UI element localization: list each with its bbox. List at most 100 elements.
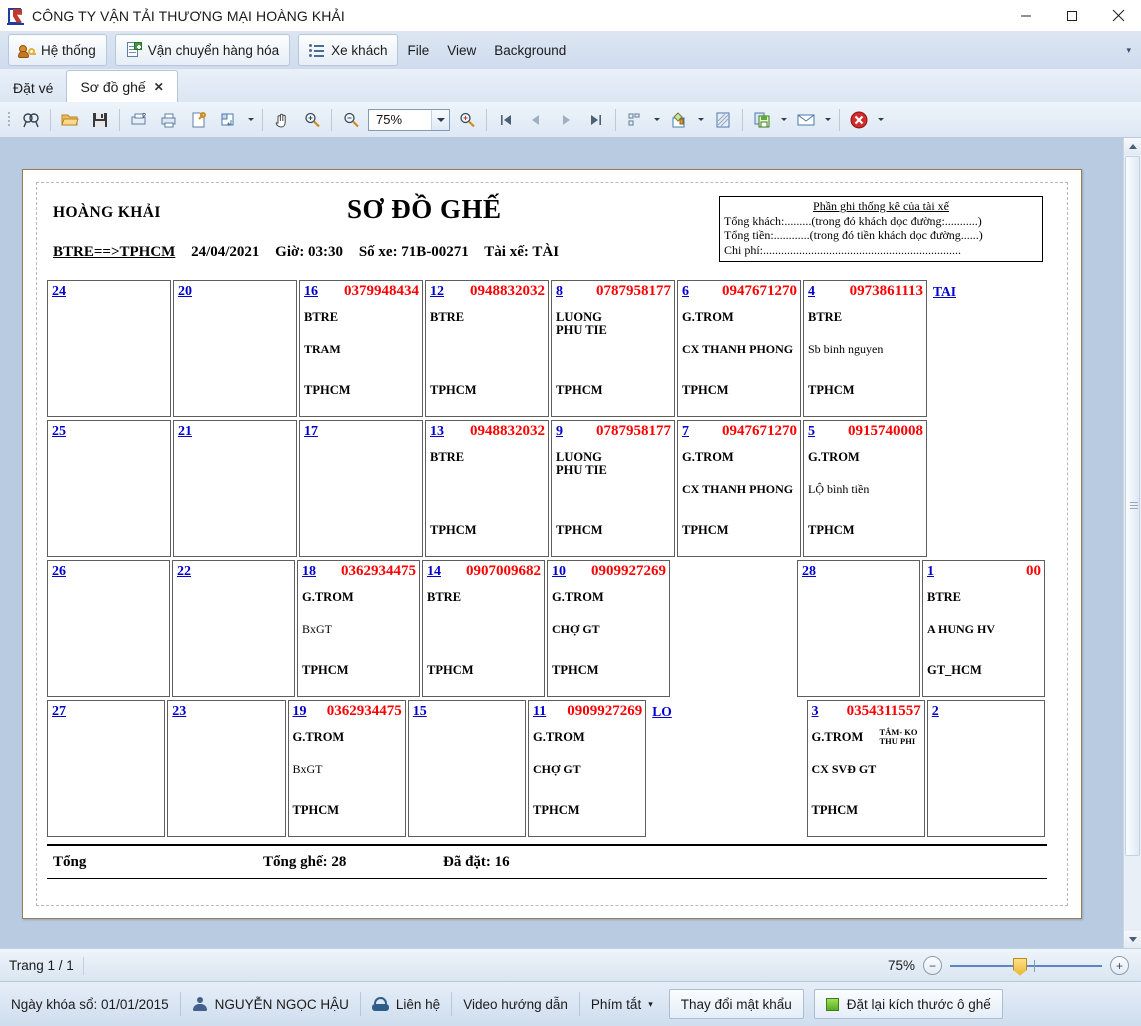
seat-cell[interactable]: 13 0948832032 BTRE TPHCM (425, 420, 549, 557)
zoom-out-button[interactable]: − (923, 956, 942, 975)
tab-so-do-ghe[interactable]: Sơ đồ ghế ✕ (66, 70, 178, 103)
zoom-controls: 75% − + (888, 956, 1141, 976)
seat-cell[interactable]: 2 (926, 700, 1046, 837)
menu-item-view[interactable]: View (438, 35, 485, 65)
minimize-icon[interactable] (1003, 0, 1049, 31)
zoom-combobox[interactable]: 75% (368, 108, 450, 131)
hand-tool-icon[interactable] (267, 105, 297, 135)
passenger-phone: 0947671270 (722, 283, 797, 299)
zoom-in-button[interactable]: + (1110, 956, 1129, 975)
print-preview-canvas[interactable]: HOÀNG KHẢI SƠ ĐỒ GHẾ BTRE==>TPHCM 24/04/… (0, 138, 1124, 948)
vertical-scrollbar[interactable] (1123, 138, 1141, 948)
seat-cell[interactable]: 6 0947671270 G.TROM CX THANH PHONG TPHCM (677, 280, 801, 417)
seat-cell[interactable]: 23 (167, 700, 286, 837)
menu-button-he-thong[interactable]: Hệ thống (8, 34, 107, 66)
export-document-icon[interactable] (747, 105, 777, 135)
export-dropdown-icon[interactable] (244, 105, 258, 135)
menu-button-he-thong-label: Hệ thống (41, 42, 96, 58)
seat-cell[interactable]: 22 (172, 560, 295, 697)
seat-cell[interactable]: 15 (407, 700, 526, 837)
export-icon[interactable] (214, 105, 244, 135)
seat-cell[interactable]: 20 (173, 280, 297, 417)
menu-item-background[interactable]: Background (485, 35, 575, 65)
change-password-button[interactable]: Thay đổi mật khẩu (668, 989, 804, 1019)
zoom-slider-thumb[interactable] (1013, 957, 1027, 976)
zoom-out-icon[interactable] (336, 105, 366, 135)
driver-statistics-line-3: Chi phí:................................… (724, 242, 962, 257)
menu-button-xe-khach-label: Xe khách (331, 42, 388, 58)
watermark-icon[interactable] (708, 105, 738, 135)
seat-cell[interactable]: 28 (796, 560, 920, 697)
reset-seat-size-button[interactable]: Đặt lại kích thước ô ghế (813, 989, 1003, 1019)
pickup-point: BTRE (808, 310, 843, 324)
scroll-down-icon[interactable] (1124, 931, 1141, 948)
print-icon[interactable] (154, 105, 184, 135)
export-document-dropdown-icon[interactable] (777, 105, 791, 135)
vertical-scroll-thumb[interactable] (1125, 156, 1140, 856)
multiple-pages-dropdown-icon[interactable] (650, 105, 664, 135)
print-options-icon[interactable] (184, 105, 214, 135)
list-icon (309, 42, 325, 58)
tab-dat-ve[interactable]: Đặt vé (0, 74, 66, 102)
open-folder-icon[interactable] (55, 105, 85, 135)
window-controls (1003, 0, 1141, 31)
chevron-down-icon: ▾ (648, 998, 653, 1009)
seat-cell[interactable]: 1 00 BTRE A HUNG HV GT_HCM (921, 560, 1045, 697)
seat-cell[interactable]: 11 0909927269 G.TROM CHỢ GT TPHCM (528, 700, 647, 837)
seat-cell[interactable]: 21 (173, 420, 297, 557)
seat-cell[interactable]: 26 (47, 560, 170, 697)
zoom-in-tool-icon[interactable] (297, 105, 327, 135)
send-email-dropdown-icon[interactable] (821, 105, 835, 135)
passenger-address: A HUNG HV (926, 622, 995, 636)
seat-cell[interactable]: 24 (47, 280, 171, 417)
zoom-slider[interactable] (950, 957, 1102, 976)
seat-cell[interactable]: 4 0973861113 BTRE Sb binh nguyen TPHCM (803, 280, 927, 417)
multiple-pages-icon[interactable] (620, 105, 650, 135)
passenger-phone: 0948832032 (470, 423, 545, 439)
chevron-down-icon[interactable]: ▾ (1126, 45, 1131, 56)
page-color-dropdown-icon[interactable] (694, 105, 708, 135)
send-email-icon[interactable] (791, 105, 821, 135)
seat-cell[interactable]: 27 (47, 700, 166, 837)
seat-cell[interactable]: 3 0354311557 G.TROM TẮM- KO THU PHI CX SVĐ GT… (806, 700, 925, 837)
save-icon[interactable] (85, 105, 115, 135)
seat-cell[interactable]: 25 (47, 420, 171, 557)
menu-item-file[interactable]: File (398, 35, 438, 65)
page-color-icon[interactable] (664, 105, 694, 135)
close-icon[interactable] (1095, 0, 1141, 31)
seat-cell[interactable]: 9 0787958177 LUONG PHU TIE TPHCM (551, 420, 675, 557)
last-page-icon[interactable] (581, 105, 611, 135)
contact-button[interactable]: Liên hệ (361, 982, 451, 1026)
seat-cell[interactable]: 14 0907009682 BTRE TPHCM (422, 560, 545, 697)
seat-cell[interactable]: 17 (299, 420, 423, 557)
seat-cell[interactable]: 12 0948832032 BTRE TPHCM (425, 280, 549, 417)
previous-page-icon[interactable] (521, 105, 551, 135)
close-preview-icon[interactable] (844, 105, 874, 135)
tab-close-icon[interactable]: ✕ (154, 80, 164, 94)
find-icon[interactable] (16, 105, 46, 135)
magnifier-icon[interactable] (452, 105, 482, 135)
scroll-up-icon[interactable] (1124, 138, 1141, 155)
maximize-icon[interactable] (1049, 0, 1095, 31)
seat-cell[interactable]: 19 0362934475 G.TROM BxGT TPHCM (287, 700, 406, 837)
menu-button-van-chuyen-hang-hoa[interactable]: Vận chuyển hàng hóa (114, 34, 291, 66)
booked-seats: Đã đặt: 16 (443, 853, 510, 870)
shortcut-menu-button[interactable]: Phím tắt ▾ (580, 982, 664, 1026)
next-page-icon[interactable] (551, 105, 581, 135)
page-setup-icon[interactable]: ? (124, 105, 154, 135)
seat-cell[interactable]: 8 0787958177 LUONG PHU TIE TPHCM (551, 280, 675, 417)
video-guide-button[interactable]: Video hướng dẫn (452, 982, 579, 1026)
zoom-dropdown-icon[interactable] (431, 109, 449, 130)
seat-cell[interactable]: 5 0915740008 G.TROM LỘ bình tiền TPHCM (803, 420, 927, 557)
seat-cell[interactable]: 10 0909927269 G.TROM CHỢ GT TPHCM (547, 560, 670, 697)
seat-cell[interactable]: 16 0379948434 BTRE TRAM TPHCM (299, 280, 423, 417)
seat-cell[interactable]: 7 0947671270 G.TROM CX THANH PHONG TPHCM (677, 420, 801, 557)
passenger-address: TRAM (304, 342, 341, 356)
seat-cell[interactable]: 18 0362934475 G.TROM BxGT TPHCM (297, 560, 420, 697)
menu-button-xe-khach[interactable]: Xe khách (298, 34, 399, 66)
window-title: CÔNG TY VẬN TẢI THƯƠNG MẠI HOÀNG KHẢI (32, 7, 345, 24)
close-preview-dropdown-icon[interactable] (874, 105, 888, 135)
current-user[interactable]: NGUYỄN NGỌC HẬU (181, 982, 360, 1026)
passenger-phone: 0909927269 (567, 703, 643, 719)
first-page-icon[interactable] (491, 105, 521, 135)
